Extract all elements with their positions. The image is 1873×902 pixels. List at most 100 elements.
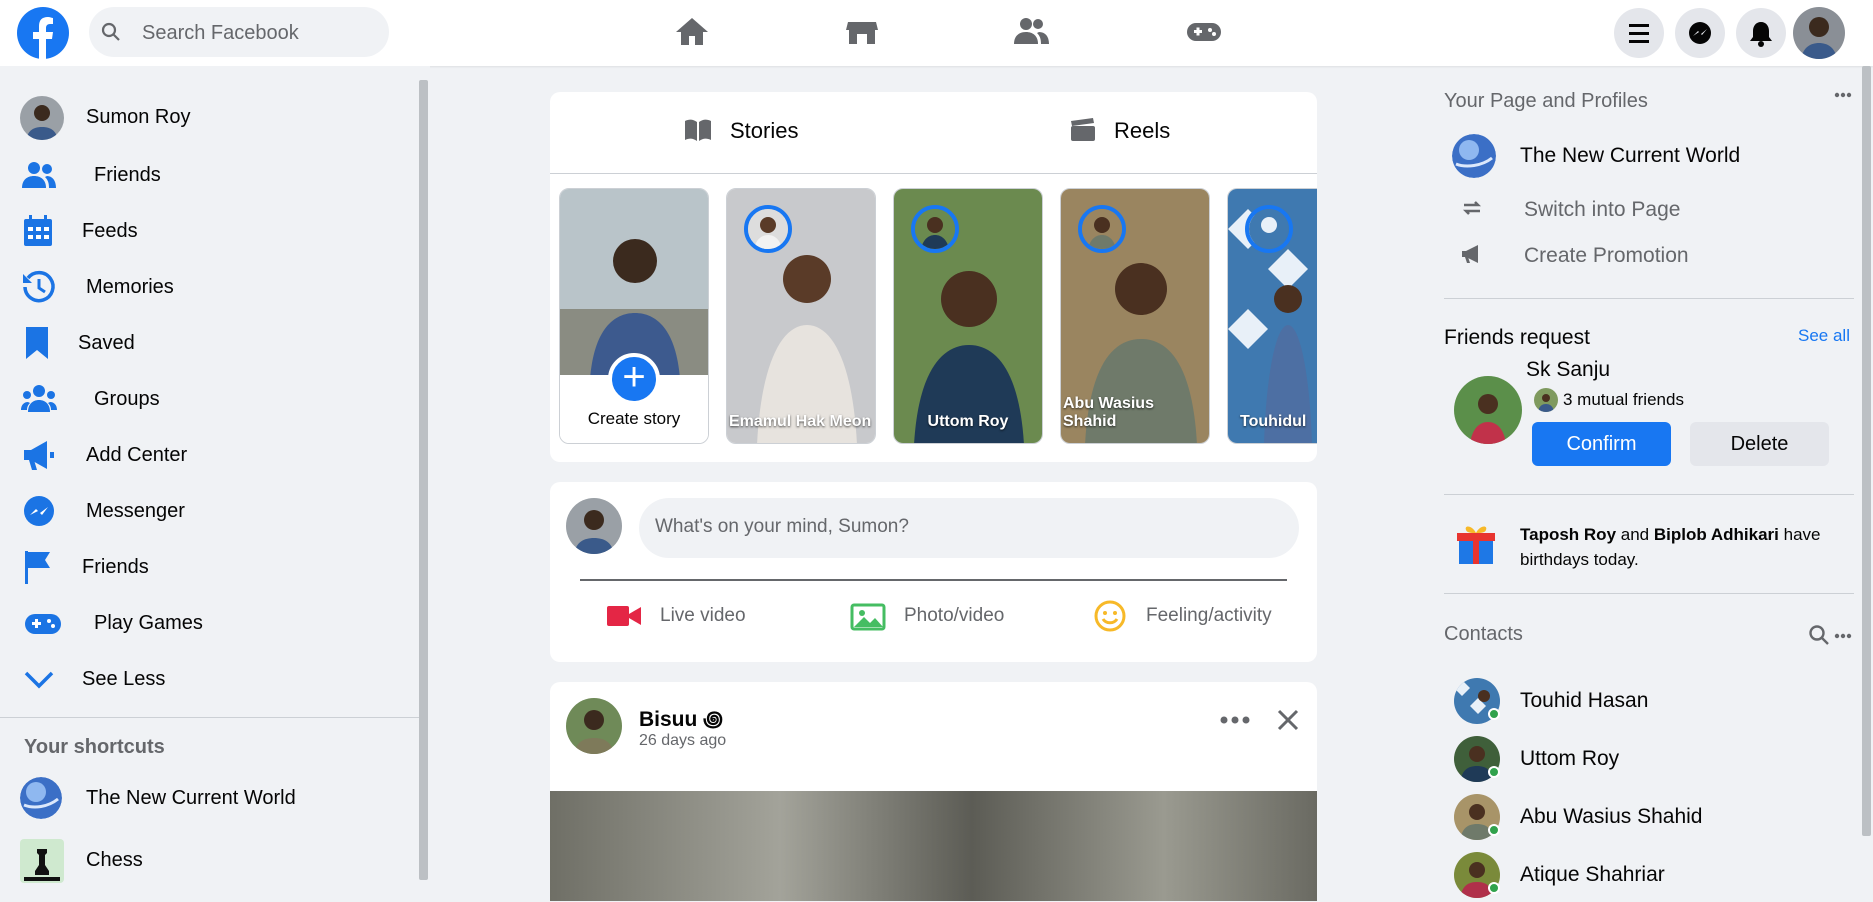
tab-reels[interactable]: Reels xyxy=(1070,118,1170,144)
composer-input[interactable]: What's on your mind, Sumon? xyxy=(639,498,1299,558)
contact-name: Touhid Hasan xyxy=(1520,689,1649,712)
left-sidebar: Sumon Roy Friends Feeds Memories Saved G… xyxy=(0,66,430,901)
story-card[interactable]: Touhidul xyxy=(1227,188,1317,444)
divider xyxy=(1444,593,1854,594)
friends-icon xyxy=(22,162,56,188)
sidebar-scrollbar[interactable] xyxy=(419,80,428,880)
birthday-notice[interactable]: Taposh Roy and Biplob Adhikari have birt… xyxy=(1520,522,1850,572)
post-time[interactable]: 26 days ago xyxy=(639,732,726,750)
live-video-button[interactable]: Live video xyxy=(606,596,786,636)
globe-icon xyxy=(1452,134,1496,178)
more-options-icon[interactable] xyxy=(1834,633,1852,639)
birthday-and: and xyxy=(1620,525,1650,544)
search-icon xyxy=(101,22,120,41)
close-icon[interactable] xyxy=(1276,708,1300,732)
request-name[interactable]: Sk Sanju xyxy=(1526,358,1610,382)
switch-into-page-button[interactable]: Switch into Page xyxy=(1460,196,1840,230)
marketplace-icon[interactable] xyxy=(840,10,884,54)
sidebar-item-play-games[interactable]: Play Games xyxy=(0,596,420,650)
megaphone-icon xyxy=(24,441,54,470)
messenger-icon xyxy=(24,496,54,526)
contact-item[interactable]: Abu Wasius Shahid xyxy=(1454,788,1854,844)
story-card[interactable]: Emamul Hak Meon xyxy=(726,188,876,444)
confirm-button[interactable]: Confirm xyxy=(1532,422,1671,466)
post-author[interactable]: Bisuu ꩜ xyxy=(639,704,723,734)
friends-nav-icon[interactable] xyxy=(1009,10,1053,54)
divider xyxy=(0,717,420,718)
sidebar-item-label: Feeds xyxy=(82,220,138,242)
calendar-icon xyxy=(24,215,52,246)
chess-icon xyxy=(20,839,64,883)
gaming-icon[interactable] xyxy=(1182,10,1226,54)
search-icon[interactable] xyxy=(1808,624,1830,646)
delete-button[interactable]: Delete xyxy=(1690,422,1829,466)
right-sidebar: Your Page and Profiles The New Current W… xyxy=(1444,66,1864,901)
create-story-card[interactable]: + Create story xyxy=(559,188,709,444)
avatar xyxy=(20,96,64,140)
sidebar-item-pages[interactable]: Friends xyxy=(0,540,420,594)
tab-label: Reels xyxy=(1114,118,1171,143)
contact-name: Abu Wasius Shahid xyxy=(1520,805,1703,828)
messenger-button[interactable] xyxy=(1675,8,1725,58)
chevron-down-icon xyxy=(24,671,54,689)
sidebar-item-friends[interactable]: Friends xyxy=(0,148,420,202)
contact-item[interactable]: Uttom Roy xyxy=(1454,730,1854,786)
bookmark-icon xyxy=(26,327,48,359)
online-status-indicator xyxy=(1488,708,1500,720)
shortcut-item[interactable]: Chess xyxy=(0,833,420,887)
post-image[interactable] xyxy=(550,791,1317,901)
shortcut-item[interactable]: The New Current World xyxy=(0,771,420,825)
online-status-indicator xyxy=(1488,882,1500,894)
story-card[interactable]: Abu Wasius Shahid xyxy=(1060,188,1210,444)
sidebar-item-groups[interactable]: Groups xyxy=(0,372,420,426)
sidebar-item-see-less[interactable]: See Less xyxy=(0,652,420,706)
sidebar-item-label: Groups xyxy=(94,388,160,410)
story-name: Emamul Hak Meon xyxy=(729,413,872,430)
history-icon xyxy=(23,270,55,303)
profile-avatar[interactable] xyxy=(1793,7,1845,59)
avatar[interactable] xyxy=(566,698,622,754)
feeling-activity-button[interactable]: Feeling/activity xyxy=(1092,596,1307,636)
sidebar-item-messenger[interactable]: Messenger xyxy=(0,484,420,538)
sidebar-item-saved[interactable]: Saved xyxy=(0,316,420,370)
contact-item[interactable]: Atique Shahriar xyxy=(1454,846,1854,902)
avatar xyxy=(1245,205,1293,253)
mutual-friend-avatar xyxy=(1534,388,1558,412)
top-navigation-bar: Search Facebook xyxy=(0,0,1873,66)
more-options-icon[interactable] xyxy=(1220,712,1250,728)
search-input[interactable]: Search Facebook xyxy=(89,7,389,57)
tab-stories[interactable]: Stories xyxy=(684,118,798,144)
contact-item[interactable]: Touhid Hasan xyxy=(1454,672,1854,728)
birthday-name: Biplob Adhikari xyxy=(1653,525,1779,544)
add-story-icon[interactable]: + xyxy=(608,353,660,405)
avatar xyxy=(566,498,622,554)
avatar xyxy=(1078,205,1126,253)
home-icon[interactable] xyxy=(670,10,714,54)
sidebar-item-feeds[interactable]: Feeds xyxy=(0,204,420,258)
more-options-icon[interactable] xyxy=(1834,92,1852,98)
smiley-icon xyxy=(1094,600,1126,632)
sidebar-item-add-center[interactable]: Add Center xyxy=(0,428,420,482)
contact-name: Atique Shahriar xyxy=(1520,863,1665,886)
facebook-logo[interactable] xyxy=(17,7,69,59)
story-card[interactable]: Uttom Roy xyxy=(893,188,1043,444)
sidebar-profile-name: Sumon Roy xyxy=(86,106,191,128)
sidebar-profile[interactable]: Sumon Roy xyxy=(0,90,420,144)
page-item[interactable]: The New Current World xyxy=(1452,132,1852,178)
stories-card: Stories Reels + Create story Emamul Hak … xyxy=(550,92,1317,462)
messenger-icon xyxy=(1689,22,1711,44)
composer-card: What's on your mind, Sumon? Live video P… xyxy=(550,482,1317,662)
photo-video-button[interactable]: Photo/video xyxy=(850,596,1050,636)
friend-requests-title: Friends request xyxy=(1444,326,1590,349)
globe-icon xyxy=(20,777,62,819)
menu-button[interactable] xyxy=(1614,8,1664,58)
page-scrollbar[interactable] xyxy=(1862,66,1871,836)
notifications-button[interactable] xyxy=(1736,8,1786,58)
sidebar-item-memories[interactable]: Memories xyxy=(0,260,420,314)
avatar[interactable] xyxy=(1454,376,1522,444)
see-all-link[interactable]: See all xyxy=(1798,326,1850,346)
create-promotion-button[interactable]: Create Promotion xyxy=(1460,242,1840,276)
photo-icon xyxy=(850,603,886,631)
page-action-label: Switch into Page xyxy=(1524,198,1681,221)
sidebar-item-label: See Less xyxy=(82,668,166,690)
